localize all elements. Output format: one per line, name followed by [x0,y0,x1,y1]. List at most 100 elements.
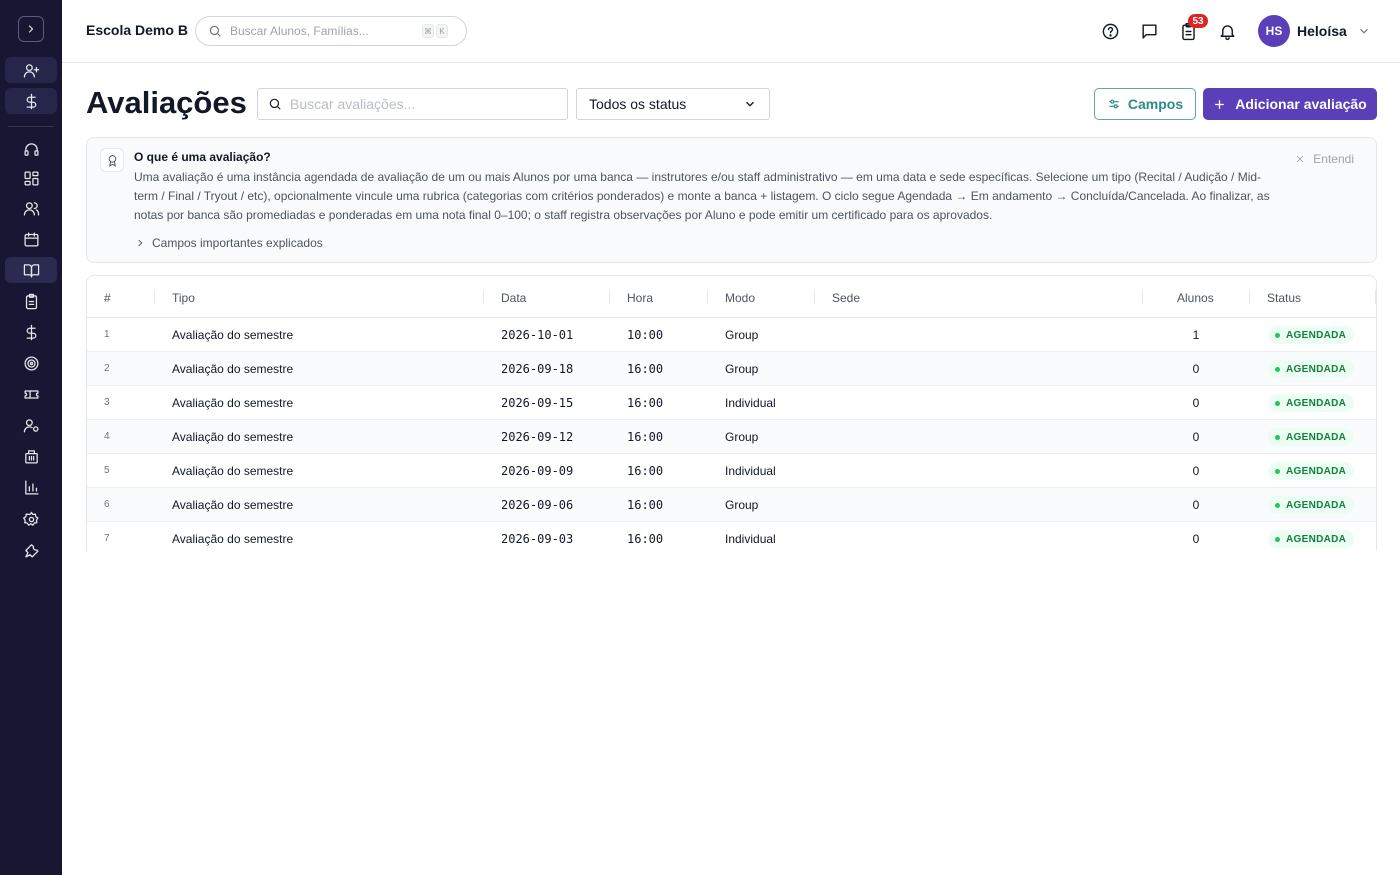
cell-tipo: Avaliação do semestre [172,362,294,376]
status-dot [1275,434,1280,440]
column-header-alunos[interactable]: Alunos [1177,291,1214,305]
avatar: HS [1258,15,1290,47]
campos-label: Campos [1127,96,1184,112]
sidebar-divider [8,126,54,127]
table-row[interactable]: 4 Avaliação do semestre 2026-09-12 16:00 Gro… [87,420,1376,454]
status-badge: AGENDADA [1268,394,1355,412]
cell-num: 2 [104,363,110,374]
status-dot [1275,468,1280,474]
sidebar-item-buildings[interactable] [5,443,57,469]
sidebar-item-staff[interactable] [5,412,57,438]
sidebar-item-finance[interactable] [5,88,57,114]
sidebar-item-add-user[interactable] [5,57,57,83]
column-divider [707,290,708,304]
column-header-tipo[interactable]: Tipo [172,291,195,305]
messages-button[interactable] [1138,20,1160,42]
sidebar-item-settings[interactable] [5,506,57,532]
tasks-button[interactable]: 53 [1177,14,1208,42]
column-divider [814,290,815,304]
cell-hora: 16:00 [627,396,664,410]
user-menu[interactable]: HS Heloísa [1258,15,1371,47]
sidebar-item-book[interactable] [5,257,57,283]
sidebar-item-dashboard[interactable] [5,165,57,191]
sidebar-item-people[interactable] [5,195,57,221]
status-dot [1275,536,1280,542]
status-label: AGENDADA [1286,465,1347,477]
campos-button[interactable]: Campos [1094,88,1196,120]
sidebar-item-payments[interactable] [5,319,57,345]
expand-fields-toggle[interactable]: Campos importantes explicados [135,236,323,250]
page-title: Avaliações [86,85,247,120]
column-header-status[interactable]: Status [1267,291,1301,305]
bar-chart-icon [24,479,39,495]
wrench-icon [24,543,39,558]
status-dot [1275,366,1280,372]
cell-hora: 16:00 [627,430,664,444]
sidebar-item-tickets[interactable] [5,381,57,407]
add-assessment-button[interactable]: Adicionar avaliação [1203,88,1377,120]
column-header-modo[interactable]: Modo [725,291,755,305]
column-divider [1249,290,1250,304]
cell-alunos: 0 [1192,362,1200,376]
table-row[interactable]: 2 Avaliação do semestre 2026-09-18 16:00 Gro… [87,352,1376,386]
calendar-icon [23,231,39,247]
cell-modo: Group [725,328,759,342]
sidebar-item-assessments[interactable] [5,288,57,314]
dismiss-info-button[interactable]: Entendi [1295,152,1354,166]
table-row[interactable]: 1 Avaliação do semestre 2026-10-01 10:00 Gro… [87,318,1376,352]
status-badge: AGENDADA [1268,496,1355,514]
table-row[interactable]: 3 Avaliação do semestre 2026-09-15 16:00 Ind… [87,386,1376,420]
sidebar-item-support[interactable] [5,136,57,162]
clipboard-icon [25,293,37,309]
column-header-data[interactable]: Data [501,291,526,305]
sliders-icon [1109,99,1119,109]
cell-data: 2026-09-06 [501,498,574,512]
sidebar-item-reports[interactable] [5,474,57,500]
column-header-num[interactable]: # [104,291,111,305]
status-filter-select[interactable]: Todos os status [576,88,770,120]
add-assessment-label: Adicionar avaliação [1235,96,1367,112]
sidebar-item-tools[interactable] [5,537,57,563]
sidebar-item-target[interactable] [5,350,57,376]
sidebar-item-calendar[interactable] [5,226,57,252]
top-bar: Escola Demo B ⌘ K 53 HS Heloísa [62,0,1400,63]
help-button[interactable] [1099,20,1121,42]
notification-badge: 53 [1188,14,1208,28]
plus-icon [1215,99,1225,109]
help-circle-icon [1102,23,1118,39]
status-label: AGENDADA [1286,363,1347,375]
cell-alunos: 0 [1192,464,1200,478]
sidebar-toggle-button[interactable] [18,16,44,42]
cell-data: 2026-09-18 [501,362,574,376]
cell-data: 2026-09-09 [501,464,574,478]
table-row[interactable]: 7 Avaliação do semestre 2026-09-03 16:00 Ind… [87,522,1376,551]
global-search[interactable]: ⌘ K [195,16,467,46]
cell-tipo: Avaliação do semestre [172,464,294,478]
sidebar [0,0,62,875]
column-header-sede[interactable]: Sede [832,291,860,305]
status-badge: AGENDADA [1268,530,1355,548]
target-icon [23,355,39,371]
column-header-hora[interactable]: Hora [627,291,653,305]
award-icon [108,154,116,167]
table-row[interactable]: 6 Avaliação do semestre 2026-09-06 16:00 Gro… [87,488,1376,522]
cell-num: 3 [104,397,110,408]
global-search-input[interactable] [230,24,420,38]
column-divider [483,290,484,304]
table-row[interactable]: 5 Avaliação do semestre 2026-09-09 16:00 Ind… [87,454,1376,488]
chevron-right-icon [28,25,34,33]
column-divider [609,290,610,304]
notifications-button[interactable] [1216,20,1238,42]
user-gear-icon [23,418,39,433]
info-text: Uma avaliação é uma instância agendada d… [134,170,1270,222]
assessment-search[interactable] [257,88,568,120]
cell-alunos: 1 [1192,328,1200,342]
status-badge: AGENDADA [1268,428,1355,446]
ticket-icon [23,389,39,399]
cell-modo: Group [725,498,759,512]
status-filter-value: Todos os status [589,96,687,112]
cell-modo: Individual [725,396,776,410]
search-icon [209,25,221,37]
user-plus-icon [23,63,39,78]
assessment-search-input[interactable] [290,96,550,112]
